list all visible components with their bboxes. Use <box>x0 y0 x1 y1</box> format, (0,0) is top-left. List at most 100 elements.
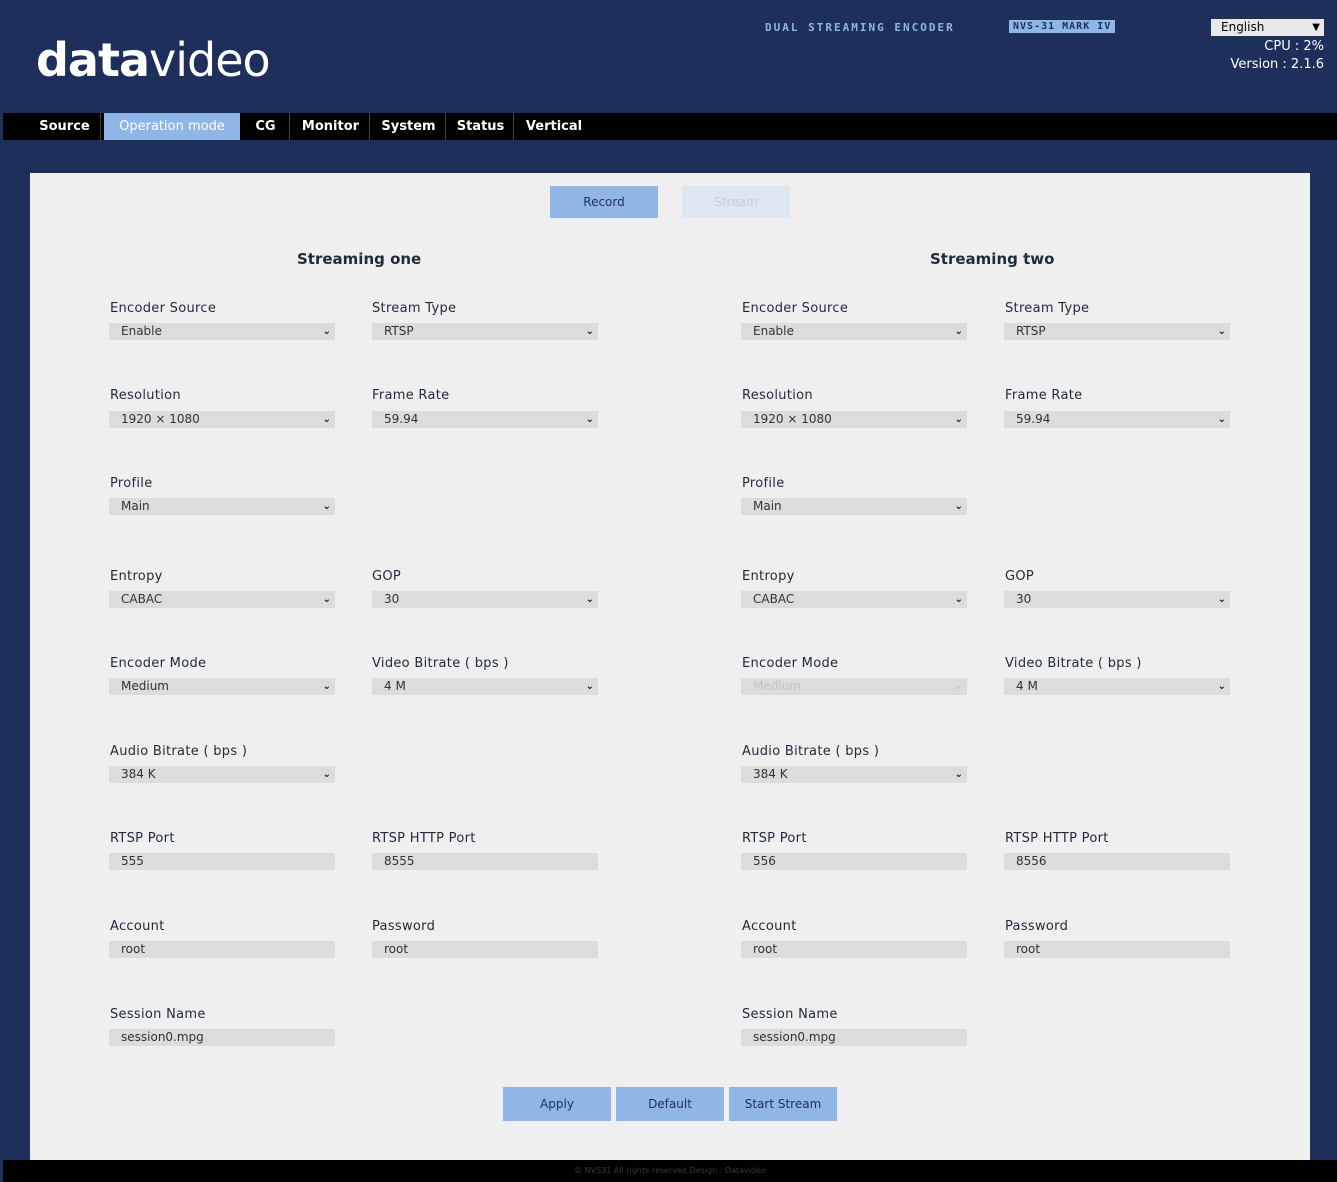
stream-button[interactable]: Stream <box>682 186 790 218</box>
operation-panel: Record Stream Streaming one Encoder Sour… <box>30 173 1310 1160</box>
label: Stream Type <box>372 301 457 316</box>
datavideo-logo: datavideo <box>36 33 271 87</box>
chevron-down-icon: ⌄ <box>585 414 594 425</box>
version-label: Version : 2.1.6 <box>1230 57 1324 72</box>
entropy-select[interactable]: CABAC ⌄ <box>109 591 335 608</box>
tab-source[interactable]: Source <box>29 113 101 140</box>
label: Password <box>1005 919 1069 934</box>
video-bitrate-select[interactable]: 4 M ⌄ <box>1004 678 1230 695</box>
chevron-down-icon: ⌄ <box>585 594 594 605</box>
chevron-down-icon: ⌄ <box>954 594 963 605</box>
label: Stream Type <box>1005 301 1090 316</box>
label: Frame Rate <box>372 388 450 403</box>
chevron-down-icon: ⌄ <box>322 681 331 692</box>
encoder-source-select[interactable]: Enable ⌄ <box>741 323 967 340</box>
chevron-down-icon: ⌄ <box>1217 681 1226 692</box>
frame-rate-select[interactable]: 59.94 ⌄ <box>1004 411 1230 428</box>
label: RTSP Port <box>110 831 175 846</box>
chevron-down-icon: ▼ <box>1312 22 1320 33</box>
profile-select[interactable]: Main ⌄ <box>741 498 967 515</box>
resolution-select[interactable]: 1920 × 1080 ⌄ <box>741 411 967 428</box>
label: Session Name <box>742 1007 838 1022</box>
tab-status[interactable]: Status <box>448 113 514 140</box>
chevron-down-icon: ⌄ <box>322 769 331 780</box>
account-input[interactable]: root <box>109 941 335 958</box>
chevron-down-icon: ⌄ <box>585 681 594 692</box>
audio-bitrate-select[interactable]: 384 K ⌄ <box>109 766 335 783</box>
product-name: DUAL STREAMING ENCODER <box>765 21 955 34</box>
label: Video Bitrate ( bps ) <box>372 656 509 671</box>
encoder-mode-select[interactable]: Medium ⌄ <box>109 678 335 695</box>
label: Resolution <box>742 388 813 403</box>
chevron-down-icon: ⌄ <box>954 501 963 512</box>
session-name-input[interactable]: session0.mpg <box>109 1029 335 1046</box>
chevron-down-icon: ⌄ <box>1217 414 1226 425</box>
rtsp-http-port-input[interactable]: 8555 <box>372 853 598 870</box>
label: Frame Rate <box>1005 388 1083 403</box>
label: RTSP Port <box>742 831 807 846</box>
label: Audio Bitrate ( bps ) <box>742 744 880 759</box>
streaming-one-title: Streaming one <box>297 250 422 268</box>
tab-monitor[interactable]: Monitor <box>292 113 370 140</box>
header: datavideo DUAL STREAMING ENCODER NVS-31 … <box>3 5 1337 113</box>
stream-type-select[interactable]: RTSP ⌄ <box>372 323 598 340</box>
start-stream-button[interactable]: Start Stream <box>729 1087 837 1121</box>
rtsp-http-port-input[interactable]: 8556 <box>1004 853 1230 870</box>
encoder-mode-select[interactable]: Medium ⌄ <box>741 678 967 695</box>
chevron-down-icon: ⌄ <box>1217 594 1226 605</box>
label: Session Name <box>110 1007 206 1022</box>
chevron-down-icon: ⌄ <box>322 501 331 512</box>
chevron-down-icon: ⌄ <box>322 326 331 337</box>
label: Encoder Mode <box>742 656 839 671</box>
label: Account <box>110 919 165 934</box>
streaming-two-title: Streaming two <box>930 250 1055 268</box>
label: Resolution <box>110 388 181 403</box>
gop-select[interactable]: 30 ⌄ <box>1004 591 1230 608</box>
stream-type-select[interactable]: RTSP ⌄ <box>1004 323 1230 340</box>
rtsp-port-input[interactable]: 555 <box>109 853 335 870</box>
chevron-down-icon: ⌄ <box>954 681 963 692</box>
model-badge: NVS-31 MARK IV <box>1009 20 1116 33</box>
label: Account <box>742 919 797 934</box>
rtsp-port-input[interactable]: 556 <box>741 853 967 870</box>
language-select[interactable]: English ▼ <box>1211 19 1324 36</box>
footer: © NVS31 All rights reserved Design : Dat… <box>3 1160 1337 1182</box>
audio-bitrate-select[interactable]: 384 K ⌄ <box>741 766 967 783</box>
password-input[interactable]: root <box>1004 941 1230 958</box>
label: Encoder Source <box>742 301 849 316</box>
label: Video Bitrate ( bps ) <box>1005 656 1142 671</box>
password-input[interactable]: root <box>372 941 598 958</box>
tab-system[interactable]: System <box>372 113 446 140</box>
label: RTSP HTTP Port <box>372 831 476 846</box>
label: Audio Bitrate ( bps ) <box>110 744 248 759</box>
chevron-down-icon: ⌄ <box>954 326 963 337</box>
label: GOP <box>372 569 402 584</box>
label: Profile <box>742 476 785 491</box>
system-info: CPU : 2% Version : 2.1.6 <box>1230 38 1324 74</box>
label: Encoder Mode <box>110 656 207 671</box>
resolution-select[interactable]: 1920 × 1080 ⌄ <box>109 411 335 428</box>
label: Password <box>372 919 436 934</box>
default-button[interactable]: Default <box>616 1087 724 1121</box>
session-name-input[interactable]: session0.mpg <box>741 1029 967 1046</box>
label: RTSP HTTP Port <box>1005 831 1109 846</box>
label: Entropy <box>110 569 163 584</box>
tab-operation-mode[interactable]: Operation mode <box>104 113 240 140</box>
label: GOP <box>1005 569 1035 584</box>
cpu-usage: CPU : 2% <box>1264 39 1324 54</box>
encoder-source-select[interactable]: Enable ⌄ <box>109 323 335 340</box>
gop-select[interactable]: 30 ⌄ <box>372 591 598 608</box>
chevron-down-icon: ⌄ <box>322 594 331 605</box>
apply-button[interactable]: Apply <box>503 1087 611 1121</box>
profile-select[interactable]: Main ⌄ <box>109 498 335 515</box>
chevron-down-icon: ⌄ <box>954 414 963 425</box>
tab-cg[interactable]: CG <box>242 113 290 140</box>
chevron-down-icon: ⌄ <box>322 414 331 425</box>
chevron-down-icon: ⌄ <box>585 326 594 337</box>
record-button[interactable]: Record <box>550 186 658 218</box>
video-bitrate-select[interactable]: 4 M ⌄ <box>372 678 598 695</box>
account-input[interactable]: root <box>741 941 967 958</box>
frame-rate-select[interactable]: 59.94 ⌄ <box>372 411 598 428</box>
entropy-select[interactable]: CABAC ⌄ <box>741 591 967 608</box>
tab-vertical[interactable]: Vertical <box>516 113 592 140</box>
